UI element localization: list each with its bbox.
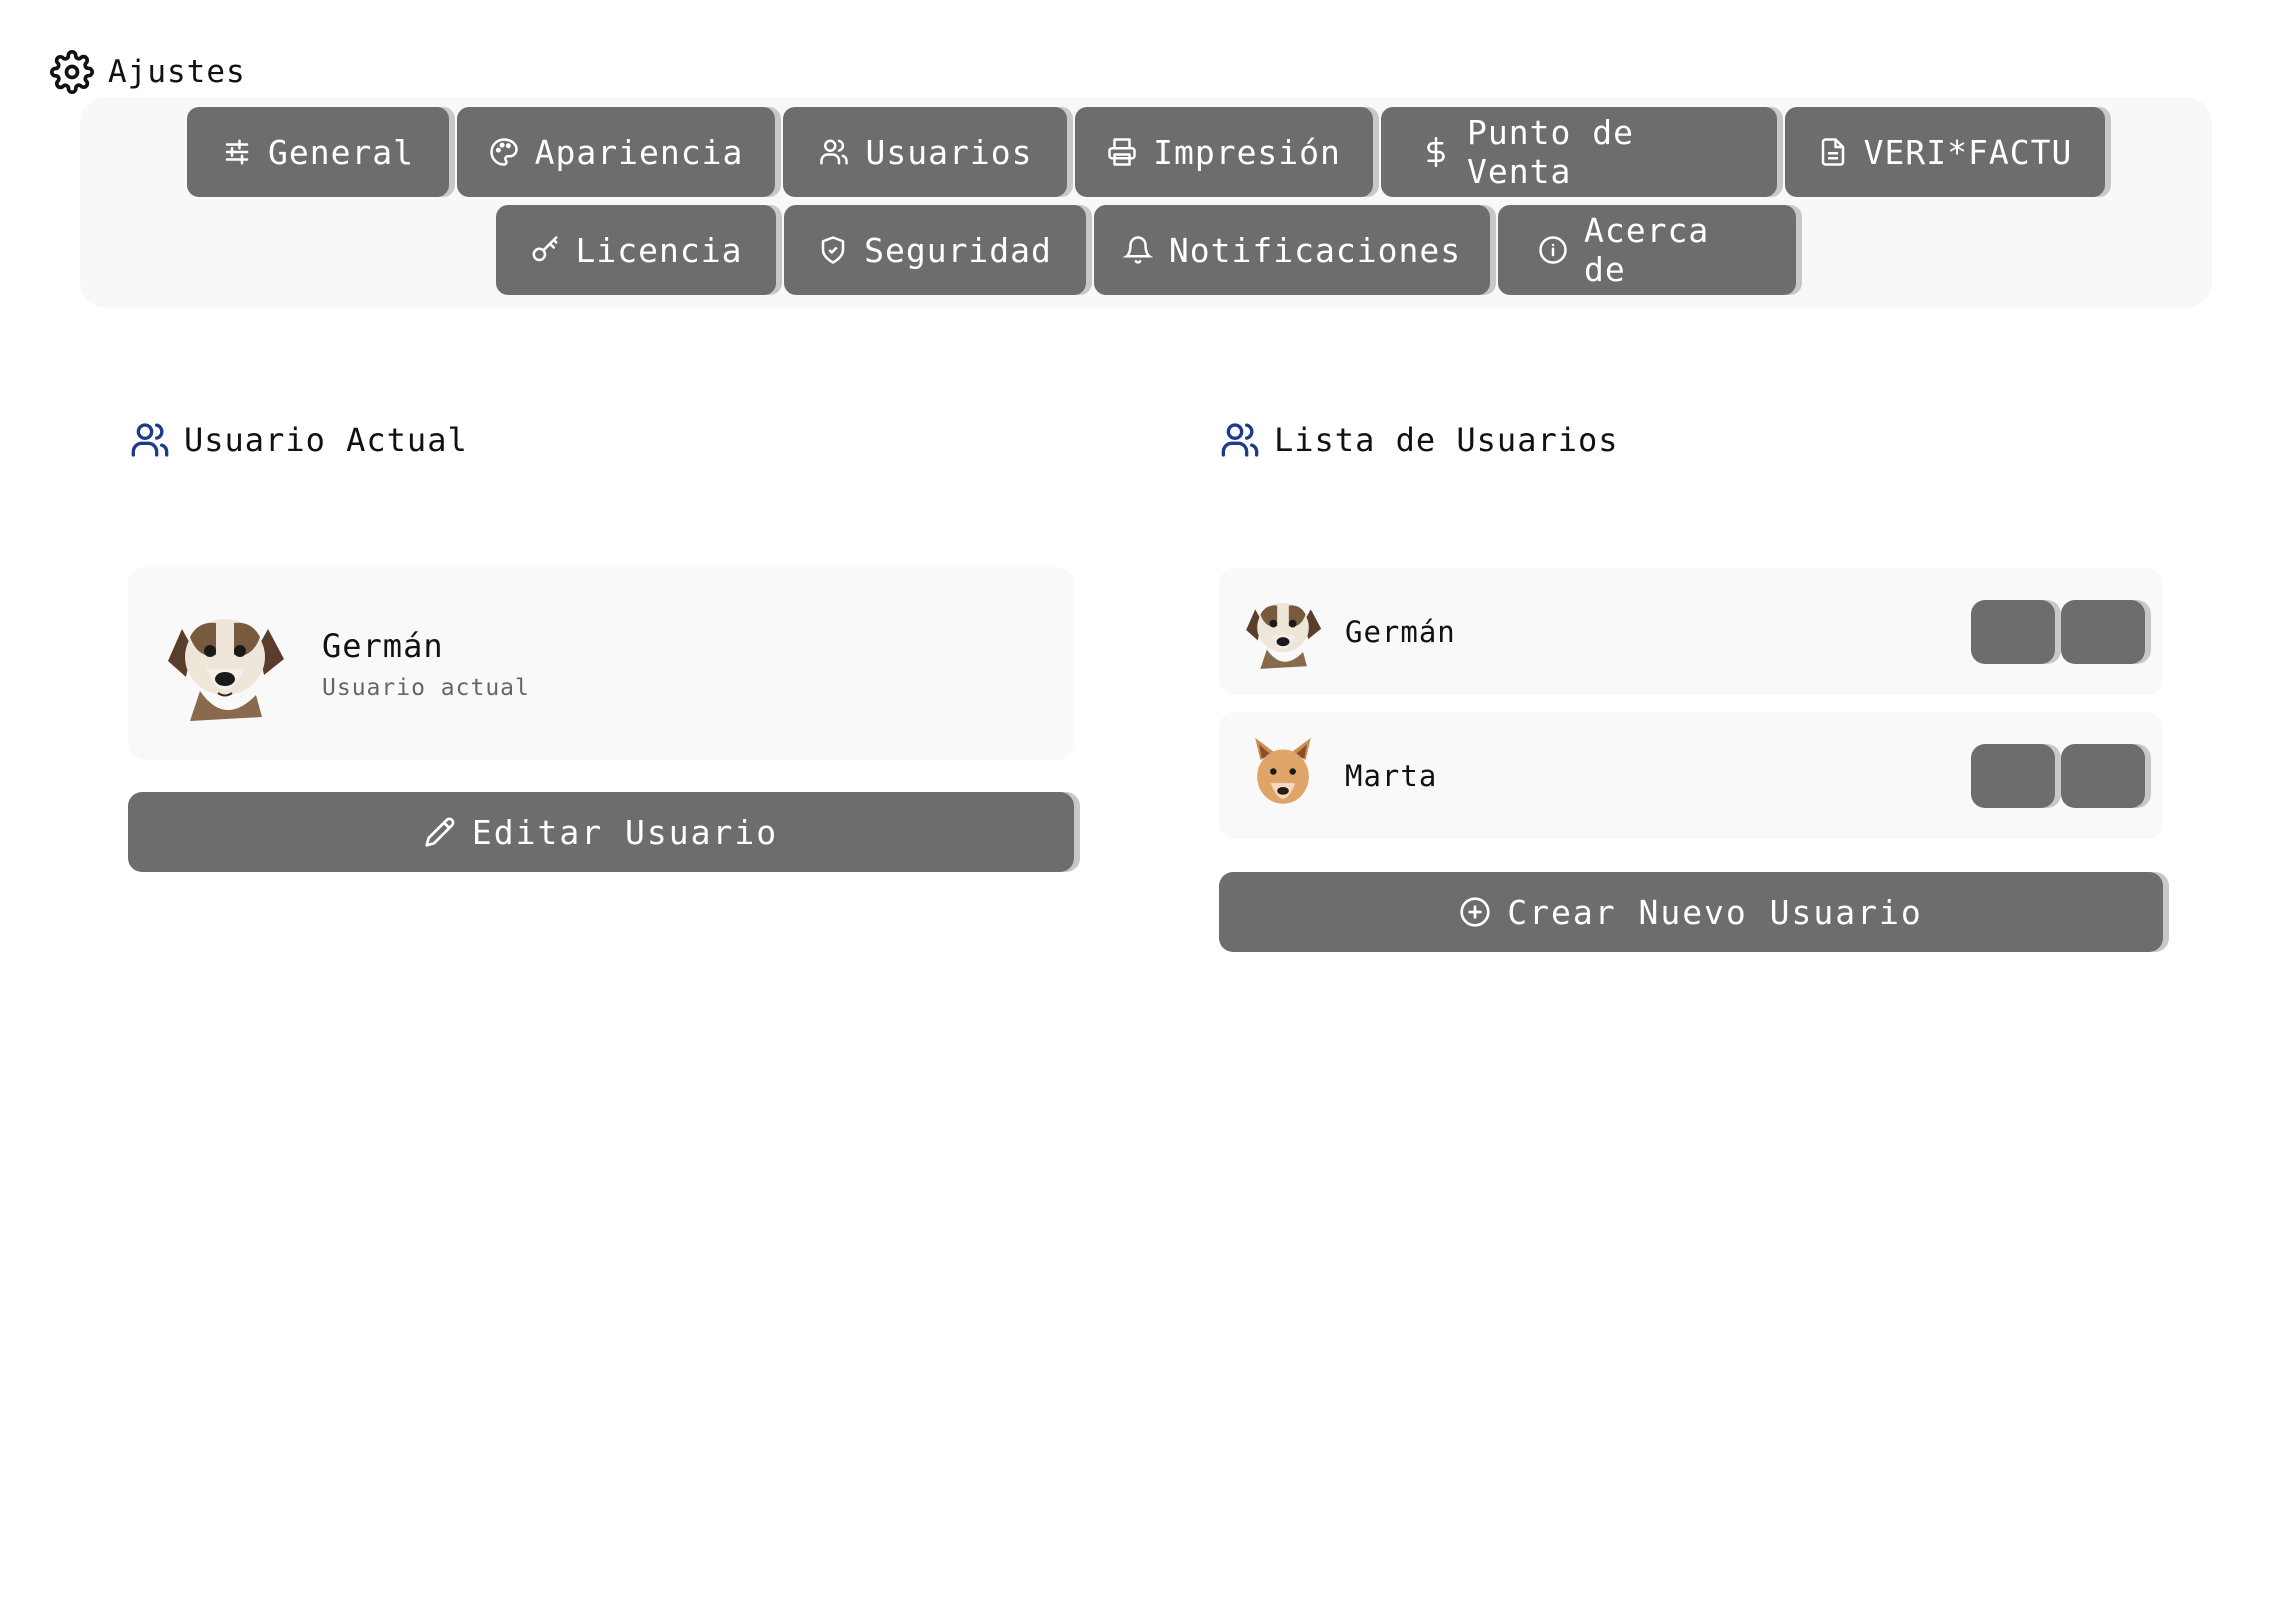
tab-row: Licencia Seguridad Notificaciones Acerca… bbox=[80, 205, 2212, 295]
info-icon bbox=[1538, 235, 1568, 265]
sliders-icon bbox=[222, 137, 252, 167]
section-title: Usuario Actual bbox=[184, 421, 468, 459]
page-title: Ajustes bbox=[108, 54, 246, 90]
current-user-heading: Usuario Actual bbox=[130, 420, 468, 460]
key-icon bbox=[530, 235, 560, 265]
tab-label: Notificaciones bbox=[1168, 230, 1462, 270]
user-name: Germán bbox=[1345, 614, 1456, 649]
row-actions bbox=[1971, 743, 2145, 808]
palette-icon bbox=[489, 137, 519, 167]
tab-label: VERI*FACTU bbox=[1863, 132, 2073, 172]
user-list-item[interactable]: Marta bbox=[1219, 712, 2163, 839]
tab-label: Apariencia bbox=[534, 132, 744, 172]
tab-notificaciones[interactable]: Notificaciones bbox=[1094, 205, 1490, 295]
tab-label: Licencia bbox=[575, 230, 743, 270]
tab-impresion[interactable]: Impresión bbox=[1075, 107, 1373, 197]
tab-punto-de-venta[interactable]: Punto de Venta bbox=[1381, 107, 1777, 197]
tab-label: Seguridad bbox=[864, 230, 1052, 270]
tab-label: Usuarios bbox=[865, 132, 1033, 172]
current-user-subtitle: Usuario actual bbox=[322, 674, 530, 701]
avatar bbox=[160, 599, 290, 729]
section-title: Lista de Usuarios bbox=[1274, 421, 1619, 459]
tab-usuarios[interactable]: Usuarios bbox=[783, 107, 1067, 197]
edit-user-row-button[interactable] bbox=[1971, 599, 2055, 664]
gear-icon bbox=[50, 50, 94, 94]
tab-label: General bbox=[267, 132, 415, 172]
edit-user-label: Editar Usuario bbox=[471, 812, 779, 852]
dollar-icon bbox=[1421, 137, 1451, 167]
avatar bbox=[1241, 734, 1325, 818]
users-icon bbox=[130, 420, 170, 460]
pencil-icon bbox=[424, 816, 456, 848]
shield-icon bbox=[818, 235, 848, 265]
current-user-name: Germán bbox=[322, 626, 444, 665]
tab-licencia[interactable]: Licencia bbox=[496, 205, 776, 295]
tab-apariencia[interactable]: Apariencia bbox=[457, 107, 775, 197]
bell-icon bbox=[1122, 235, 1153, 265]
tab-label: Impresión bbox=[1153, 132, 1341, 172]
edit-user-button[interactable]: Editar Usuario bbox=[128, 792, 1074, 872]
user-list-item[interactable]: Germán bbox=[1219, 568, 2163, 695]
current-user-info: Germán Usuario actual bbox=[322, 627, 530, 701]
tab-verifactu[interactable]: VERI*FACTU bbox=[1785, 107, 2105, 197]
create-user-button[interactable]: Crear Nuevo Usuario bbox=[1219, 872, 2163, 952]
row-actions bbox=[1971, 599, 2145, 664]
tab-label: Punto de Venta bbox=[1467, 113, 1634, 191]
users-icon bbox=[818, 137, 850, 167]
delete-user-row-button[interactable] bbox=[2061, 599, 2145, 664]
printer-icon bbox=[1107, 137, 1137, 167]
tab-acerca-de[interactable]: Acerca de bbox=[1498, 205, 1796, 295]
tab-label: Acerca de bbox=[1584, 211, 1710, 289]
page-header: Ajustes bbox=[50, 50, 246, 94]
tab-general[interactable]: General bbox=[187, 107, 449, 197]
tab-row: General Apariencia Usuarios Impresión Pu… bbox=[80, 107, 2212, 197]
avatar bbox=[1241, 590, 1325, 674]
create-user-label: Crear Nuevo Usuario bbox=[1507, 892, 1923, 932]
current-user-card: Germán Usuario actual bbox=[128, 567, 1074, 760]
delete-user-row-button[interactable] bbox=[2061, 743, 2145, 808]
edit-user-row-button[interactable] bbox=[1971, 743, 2055, 808]
user-name: Marta bbox=[1345, 758, 1438, 793]
tab-seguridad[interactable]: Seguridad bbox=[784, 205, 1086, 295]
plus-circle-icon bbox=[1459, 896, 1491, 928]
users-icon bbox=[1220, 420, 1260, 460]
user-list-heading: Lista de Usuarios bbox=[1220, 420, 1619, 460]
settings-tabs-panel: General Apariencia Usuarios Impresión Pu… bbox=[80, 97, 2212, 308]
document-icon bbox=[1818, 137, 1848, 167]
